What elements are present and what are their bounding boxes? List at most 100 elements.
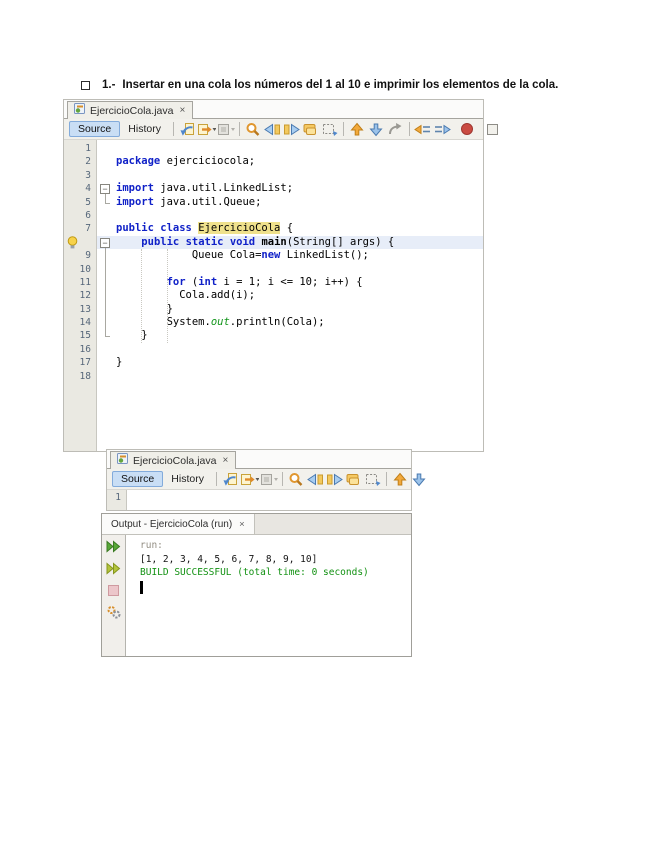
code-line[interactable]: 3 — [64, 169, 483, 182]
source-view-button[interactable]: Source — [69, 121, 120, 137]
toggle-bookmark-icon[interactable] — [386, 121, 405, 138]
tab-close-icon[interactable]: × — [179, 105, 185, 116]
fold-margin — [97, 222, 116, 235]
code-text: package ejerciciocola; — [116, 155, 255, 168]
console-line: run: — [140, 539, 411, 553]
code-line[interactable]: 6 — [64, 209, 483, 222]
code-line[interactable]: 17} — [64, 356, 483, 369]
code-line-body: for (int i = 1; i <= 10; i++) { — [97, 276, 483, 289]
code-line[interactable]: 4−import java.util.LinkedList; — [64, 182, 483, 195]
re-run-alt-icon[interactable] — [106, 561, 122, 575]
code-line-body: } — [97, 356, 483, 369]
document-page: 1.- Insertar en una cola los números del… — [0, 0, 655, 848]
fold-margin — [97, 142, 116, 155]
diff-dropdown-icon[interactable] — [259, 471, 278, 488]
code-line[interactable]: 10 — [64, 263, 483, 276]
shift-line-right-icon[interactable] — [433, 121, 452, 138]
output-close-icon[interactable]: × — [239, 519, 245, 530]
line-number: 1 — [107, 490, 127, 510]
find-previous-icon[interactable] — [263, 121, 282, 138]
last-edit-position-icon[interactable] — [178, 121, 197, 138]
code-text: import java.util.Queue; — [116, 196, 261, 209]
history-view-button[interactable]: History — [120, 122, 169, 136]
back-dropdown-icon[interactable] — [197, 121, 216, 138]
stop-build-icon[interactable] — [106, 583, 122, 597]
console-lines: run:[1, 2, 3, 4, 5, 6, 7, 8, 9, 10]BUILD… — [140, 539, 411, 580]
next-bookmark-icon[interactable] — [410, 471, 429, 488]
tab-ejerciciocola-java[interactable]: EjercicioCola.java × — [110, 451, 236, 469]
fold-margin[interactable]: − — [97, 236, 116, 249]
fold-margin — [97, 329, 116, 342]
code-line[interactable]: 7public class EjercicioCola { — [64, 222, 483, 235]
toolbar-separator — [216, 472, 217, 486]
code-line[interactable]: 16 — [64, 343, 483, 356]
find-icon[interactable] — [287, 471, 306, 488]
code-line[interactable]: 15 } — [64, 329, 483, 342]
diff-dropdown-icon[interactable] — [216, 121, 235, 138]
line-number: 18 — [64, 370, 97, 383]
rectangular-selection-icon[interactable] — [320, 121, 339, 138]
tab-close-icon[interactable]: × — [222, 455, 228, 466]
hint-lightbulb-icon[interactable] — [64, 236, 97, 249]
previous-bookmark-icon[interactable] — [348, 121, 367, 138]
text-caret — [140, 581, 143, 594]
output-panel: Output - EjercicioCola (run) × run:[1, 2… — [101, 513, 412, 657]
code-text: } — [116, 329, 148, 342]
code-line-body — [97, 370, 483, 383]
output-body: run:[1, 2, 3, 4, 5, 6, 7, 8, 9, 10]BUILD… — [102, 535, 411, 656]
code-line-body: Queue Cola=new LinkedList(); — [97, 249, 483, 262]
task-text: Insertar en una cola los números del 1 a… — [122, 79, 558, 91]
line-number: 11 — [64, 276, 97, 289]
next-bookmark-icon[interactable] — [367, 121, 386, 138]
stop-macro-icon[interactable] — [483, 121, 502, 138]
code-line[interactable]: 1 — [64, 142, 483, 155]
line-number: 9 — [64, 249, 97, 262]
rectangular-selection-icon[interactable] — [363, 471, 382, 488]
output-tab-title: Output - EjercicioCola (run) — [111, 519, 232, 530]
code-line-body — [97, 343, 483, 356]
code-line[interactable]: 14 System.out.println(Cola); — [64, 316, 483, 329]
toggle-highlight-icon[interactable] — [344, 471, 363, 488]
previous-bookmark-icon[interactable] — [391, 471, 410, 488]
toggle-highlight-icon[interactable] — [301, 121, 320, 138]
history-view-button[interactable]: History — [163, 472, 212, 486]
java-file-icon — [116, 452, 129, 470]
fold-margin — [97, 196, 116, 209]
line-number: 5 — [64, 196, 97, 209]
fold-margin[interactable]: − — [97, 182, 116, 195]
find-next-icon[interactable] — [325, 471, 344, 488]
record-macro-icon[interactable] — [458, 121, 477, 138]
code-line[interactable]: 9 Queue Cola=new LinkedList(); — [64, 249, 483, 262]
code-line[interactable]: 2package ejerciciocola; — [64, 155, 483, 168]
find-icon[interactable] — [244, 121, 263, 138]
code-line[interactable]: 18 — [64, 370, 483, 383]
last-edit-position-icon[interactable] — [221, 471, 240, 488]
toolbar-separator — [282, 472, 283, 486]
code-editor-area[interactable]: 12package ejerciciocola;34−import java.u… — [64, 140, 483, 451]
fold-margin — [97, 289, 116, 302]
build-settings-icon[interactable] — [106, 605, 122, 619]
editor-code-rows: 12package ejerciciocola;34−import java.u… — [64, 140, 483, 383]
output-console[interactable]: run:[1, 2, 3, 4, 5, 6, 7, 8, 9, 10]BUILD… — [126, 535, 411, 656]
find-next-icon[interactable] — [282, 121, 301, 138]
code-line[interactable]: − public static void main(String[] args)… — [64, 236, 483, 249]
code-line[interactable]: 12 Cola.add(i); — [64, 289, 483, 302]
source-view-button[interactable]: Source — [112, 471, 163, 487]
fold-margin — [97, 263, 116, 276]
find-previous-icon[interactable] — [306, 471, 325, 488]
code-line[interactable]: 13 } — [64, 303, 483, 316]
output-tab[interactable]: Output - EjercicioCola (run) × — [102, 514, 255, 534]
shift-line-left-icon[interactable] — [414, 121, 433, 138]
editor-toolbar: Source History — [64, 119, 483, 140]
code-line[interactable]: 5 import java.util.Queue; — [64, 196, 483, 209]
editor-first-line[interactable]: 1 — [107, 490, 411, 510]
fold-margin — [97, 155, 116, 168]
code-line[interactable]: 11 for (int i = 1; i <= 10; i++) { — [64, 276, 483, 289]
line-number: 16 — [64, 343, 97, 356]
tab-ejerciciocola-java[interactable]: EjercicioCola.java × — [67, 101, 193, 119]
re-run-icon[interactable] — [106, 539, 122, 553]
code-line-body: public class EjercicioCola { — [97, 222, 483, 235]
toolbar-separator — [409, 122, 410, 136]
back-dropdown-icon[interactable] — [240, 471, 259, 488]
toolbar-separator — [343, 122, 344, 136]
